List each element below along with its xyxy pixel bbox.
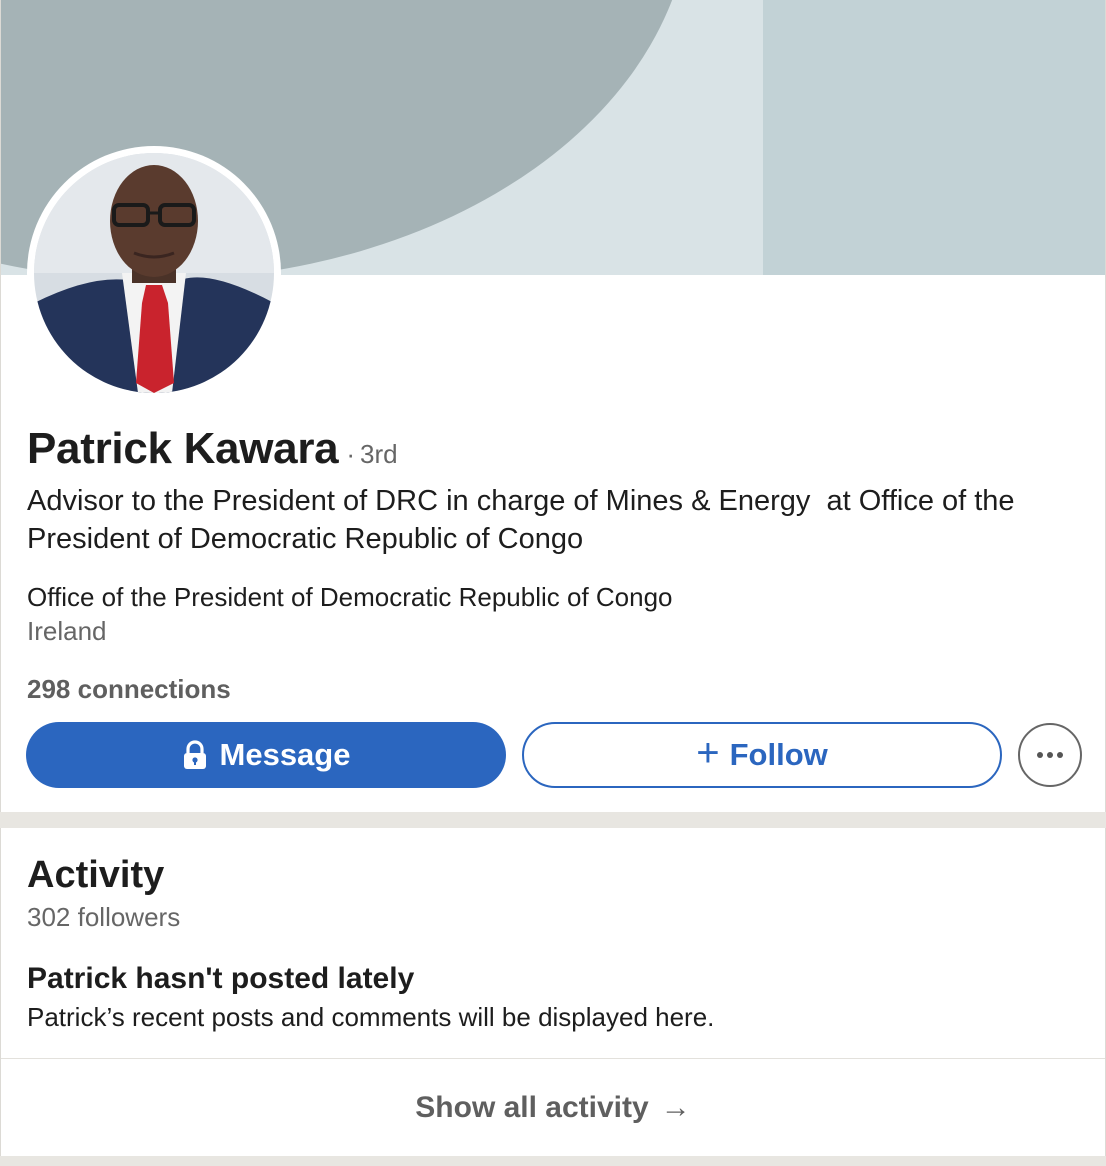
message-button-label: Message (219, 737, 351, 772)
arrow-right-icon: → (660, 1090, 691, 1124)
profile-card: Patrick Kawara · 3rd Advisor to the Presi… (0, 0, 1106, 812)
follow-button[interactable]: + Follow (522, 722, 1002, 788)
empty-activity-title: Patrick hasn't posted lately (27, 962, 415, 995)
empty-activity-subtitle: Patrick’s recent posts and comments will… (27, 1002, 715, 1032)
degree-label: 3rd (360, 439, 398, 469)
connection-degree: · 3rd (346, 439, 397, 470)
profile-name: Patrick Kawara (27, 424, 339, 473)
name-row: Patrick Kawara · 3rd (27, 424, 398, 474)
follow-button-label: Follow (729, 737, 828, 772)
more-horizontal-icon (1037, 752, 1063, 758)
activity-card: Activity 302 followers Patrick hasn't po… (0, 828, 1106, 1156)
plus-icon: + (696, 730, 720, 775)
followers-count: 302 followers (27, 902, 181, 932)
lock-icon (183, 740, 206, 769)
show-all-activity-button[interactable]: Show all activity → (1, 1059, 1105, 1156)
profile-photo (34, 153, 274, 393)
profile-headline: Advisor to the President of DRC in charg… (27, 485, 1023, 555)
profile-avatar[interactable] (27, 146, 281, 400)
more-options-button[interactable] (1018, 723, 1082, 787)
profile-company[interactable]: Office of the President of Democratic Re… (27, 582, 673, 613)
profile-location: Ireland (27, 616, 107, 646)
show-all-activity-label: Show all activity (415, 1090, 649, 1124)
degree-separator: · (346, 439, 355, 469)
connections-count[interactable]: 298 connections (27, 674, 231, 705)
banner-block-shape (763, 0, 1105, 275)
activity-title: Activity (27, 854, 165, 896)
message-button[interactable]: Message (26, 722, 506, 788)
